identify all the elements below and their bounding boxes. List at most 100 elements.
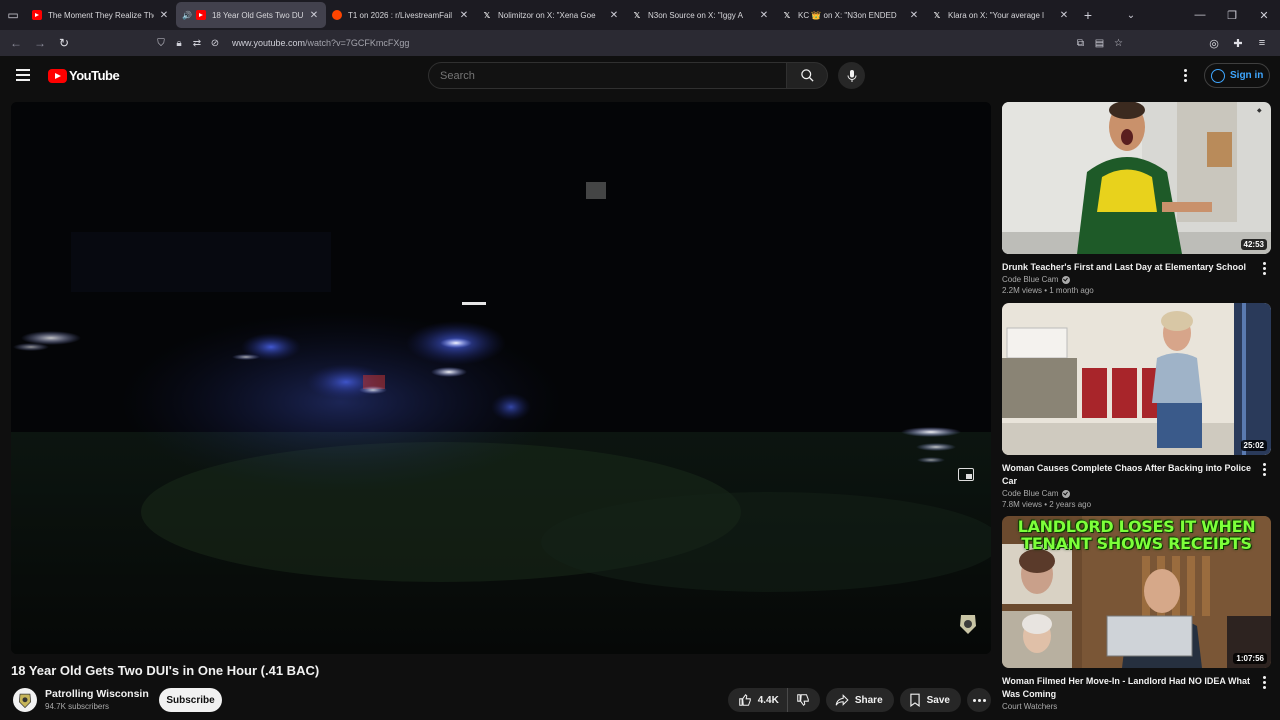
guide-menu-icon[interactable] bbox=[16, 69, 30, 81]
search-input[interactable] bbox=[428, 62, 787, 89]
channel-label: Code Blue Cam bbox=[1002, 275, 1059, 284]
x-icon: 𝕏 bbox=[783, 10, 791, 20]
close-tab-icon[interactable]: ✕ bbox=[908, 10, 920, 21]
like-button[interactable]: 4.4K bbox=[728, 688, 788, 712]
picture-in-picture-icon[interactable]: ⧉ bbox=[1071, 38, 1090, 49]
url-host: www.youtube.com bbox=[232, 38, 306, 48]
tab-overview-icon[interactable]: ▭ bbox=[0, 0, 26, 30]
menu-icon[interactable]: ≡ bbox=[1250, 37, 1274, 49]
save-label: Save bbox=[926, 694, 950, 706]
tab-title: Nolimitzor on X: "Xena Goe bbox=[498, 10, 596, 20]
video-title[interactable]: Woman Causes Complete Chaos After Backin… bbox=[1002, 462, 1252, 488]
voice-search-button[interactable] bbox=[838, 62, 865, 89]
address-bar[interactable]: ⛉ 🔒︎ ⇄ ⊘ www.youtube.com/watch?v=7GCFKmc… bbox=[152, 33, 1128, 53]
thumbnail-image bbox=[1002, 303, 1271, 455]
video-thumbnail[interactable]: ◆ 42:53 bbox=[1002, 102, 1271, 254]
forward-icon[interactable]: → bbox=[28, 30, 52, 56]
extensions-icon[interactable]: ✚ bbox=[1226, 37, 1250, 50]
miniplayer-icon[interactable] bbox=[958, 468, 974, 481]
verified-check-icon bbox=[1062, 275, 1071, 284]
new-tab-icon[interactable]: + bbox=[1076, 7, 1100, 23]
save-button[interactable]: Save bbox=[899, 688, 961, 712]
video-player[interactable] bbox=[11, 102, 991, 654]
channel-avatar[interactable] bbox=[13, 688, 37, 712]
video-actions: 4.4K Share Save bbox=[727, 688, 991, 712]
video-title[interactable]: Drunk Teacher's First and Last Day at El… bbox=[1002, 261, 1252, 274]
bookmark-star-icon[interactable]: ☆ bbox=[1109, 38, 1128, 49]
like-count: 4.4K bbox=[757, 694, 779, 706]
browser-tab-strip: ▭ The Moment They Realize Their ✕ 🔊 18 Y… bbox=[0, 0, 1280, 30]
url-text[interactable]: www.youtube.com/watch?v=7GCFKmcFXgg bbox=[232, 38, 409, 48]
video-thumbnail[interactable]: LANDLORD LOSES IT WHEN TENANT SHOWS RECE… bbox=[1002, 516, 1271, 668]
recommended-video[interactable]: LANDLORD LOSES IT WHEN TENANT SHOWS RECE… bbox=[1002, 516, 1271, 711]
close-tab-icon[interactable]: ✕ bbox=[158, 10, 170, 21]
tab-title: KC 👑 on X: "N3on ENDED bbox=[798, 10, 897, 20]
microphone-icon bbox=[847, 69, 856, 82]
close-window-icon[interactable]: ✕ bbox=[1248, 0, 1280, 30]
channel-name[interactable]: Court Watchers bbox=[1002, 702, 1271, 711]
browser-tab[interactable]: 𝕏 N3on Source on X: "Iggy A ✕ bbox=[626, 2, 776, 28]
share-icon bbox=[835, 694, 849, 706]
close-tab-icon[interactable]: ✕ bbox=[308, 10, 320, 21]
dislike-button[interactable] bbox=[788, 688, 820, 712]
youtube-icon bbox=[195, 10, 206, 20]
video-frame bbox=[11, 102, 991, 654]
close-tab-icon[interactable]: ✕ bbox=[608, 10, 620, 21]
search-button[interactable] bbox=[787, 62, 828, 89]
subscribe-button[interactable]: Subscribe bbox=[159, 688, 222, 712]
search-icon bbox=[800, 69, 814, 82]
browser-tab[interactable]: 𝕏 Nolimitzor on X: "Xena Goe ✕ bbox=[476, 2, 626, 28]
thumbs-up-icon bbox=[738, 693, 751, 706]
autoplay-blocked-icon[interactable]: ⊘ bbox=[206, 38, 224, 49]
speaker-icon[interactable]: 🔊 bbox=[182, 11, 192, 20]
svg-text:◆: ◆ bbox=[1257, 108, 1262, 114]
browser-tab[interactable]: T1 on 2026 : r/LivestreamFail ✕ bbox=[326, 2, 476, 28]
more-actions-icon[interactable] bbox=[967, 688, 991, 712]
thumbnail-image: ◆ bbox=[1002, 102, 1271, 254]
share-label: Share bbox=[854, 694, 883, 706]
youtube-masthead: YouTube Sign in bbox=[0, 56, 1280, 96]
channel-name[interactable]: Patrolling Wisconsin bbox=[45, 688, 149, 700]
action-menu-icon[interactable] bbox=[1259, 260, 1269, 276]
browser-tab[interactable]: 𝕏 Klara on X: "Your average l ✕ bbox=[926, 2, 1076, 28]
tab-title: N3on Source on X: "Iggy A bbox=[648, 10, 743, 20]
video-duration: 25:02 bbox=[1240, 440, 1267, 451]
tab-title: 18 Year Old Gets Two DUI's bbox=[211, 10, 304, 20]
shield-icon[interactable]: ⛉ bbox=[152, 38, 170, 49]
account-icon[interactable]: ◎ bbox=[1202, 37, 1226, 50]
youtube-logo[interactable]: YouTube bbox=[48, 68, 120, 83]
sign-in-button[interactable]: Sign in bbox=[1204, 63, 1270, 88]
action-menu-icon[interactable] bbox=[1259, 674, 1269, 690]
close-tab-icon[interactable]: ✕ bbox=[758, 10, 770, 21]
reader-view-icon[interactable]: ▤ bbox=[1090, 38, 1109, 49]
verified-check-icon bbox=[1062, 489, 1071, 498]
channel-watermark-icon[interactable] bbox=[957, 612, 979, 636]
user-icon bbox=[1211, 68, 1225, 83]
video-thumbnail[interactable]: 25:02 bbox=[1002, 303, 1271, 455]
channel-name[interactable]: Code Blue Cam bbox=[1002, 489, 1271, 498]
video-duration: 42:53 bbox=[1240, 239, 1267, 250]
reload-icon[interactable]: ↻ bbox=[52, 30, 76, 56]
video-title[interactable]: Woman Filmed Her Move-In - Landlord Had … bbox=[1002, 675, 1252, 701]
recommended-video[interactable]: ◆ 42:53 Drunk Teacher's First and Last D… bbox=[1002, 102, 1271, 295]
restore-icon[interactable]: ❐ bbox=[1216, 0, 1248, 30]
browser-tab-active[interactable]: 🔊 18 Year Old Gets Two DUI's ✕ bbox=[176, 2, 326, 28]
lock-icon[interactable]: 🔒︎ bbox=[170, 38, 188, 49]
thumbnail-caption: LANDLORD LOSES IT WHEN TENANT SHOWS RECE… bbox=[1017, 517, 1256, 553]
youtube-icon bbox=[32, 10, 42, 20]
list-all-tabs-icon[interactable]: ⌄ bbox=[1116, 10, 1146, 21]
permissions-icon[interactable]: ⇄ bbox=[188, 38, 206, 49]
action-menu-icon[interactable] bbox=[1259, 461, 1269, 477]
x-icon: 𝕏 bbox=[933, 10, 941, 20]
minimize-icon[interactable]: — bbox=[1184, 0, 1216, 30]
close-tab-icon[interactable]: ✕ bbox=[458, 10, 470, 21]
url-path: /watch?v=7GCFKmcFXgg bbox=[305, 38, 410, 48]
browser-tab[interactable]: The Moment They Realize Their ✕ bbox=[26, 2, 176, 28]
browser-tab[interactable]: 𝕏 KC 👑 on X: "N3on ENDED ✕ bbox=[776, 2, 926, 28]
share-button[interactable]: Share bbox=[825, 688, 894, 712]
settings-more-icon[interactable] bbox=[1176, 65, 1194, 85]
back-icon[interactable]: ← bbox=[4, 30, 28, 56]
recommended-video[interactable]: 25:02 Woman Causes Complete Chaos After … bbox=[1002, 303, 1271, 509]
close-tab-icon[interactable]: ✕ bbox=[1058, 10, 1070, 21]
channel-name[interactable]: Code Blue Cam bbox=[1002, 275, 1271, 284]
